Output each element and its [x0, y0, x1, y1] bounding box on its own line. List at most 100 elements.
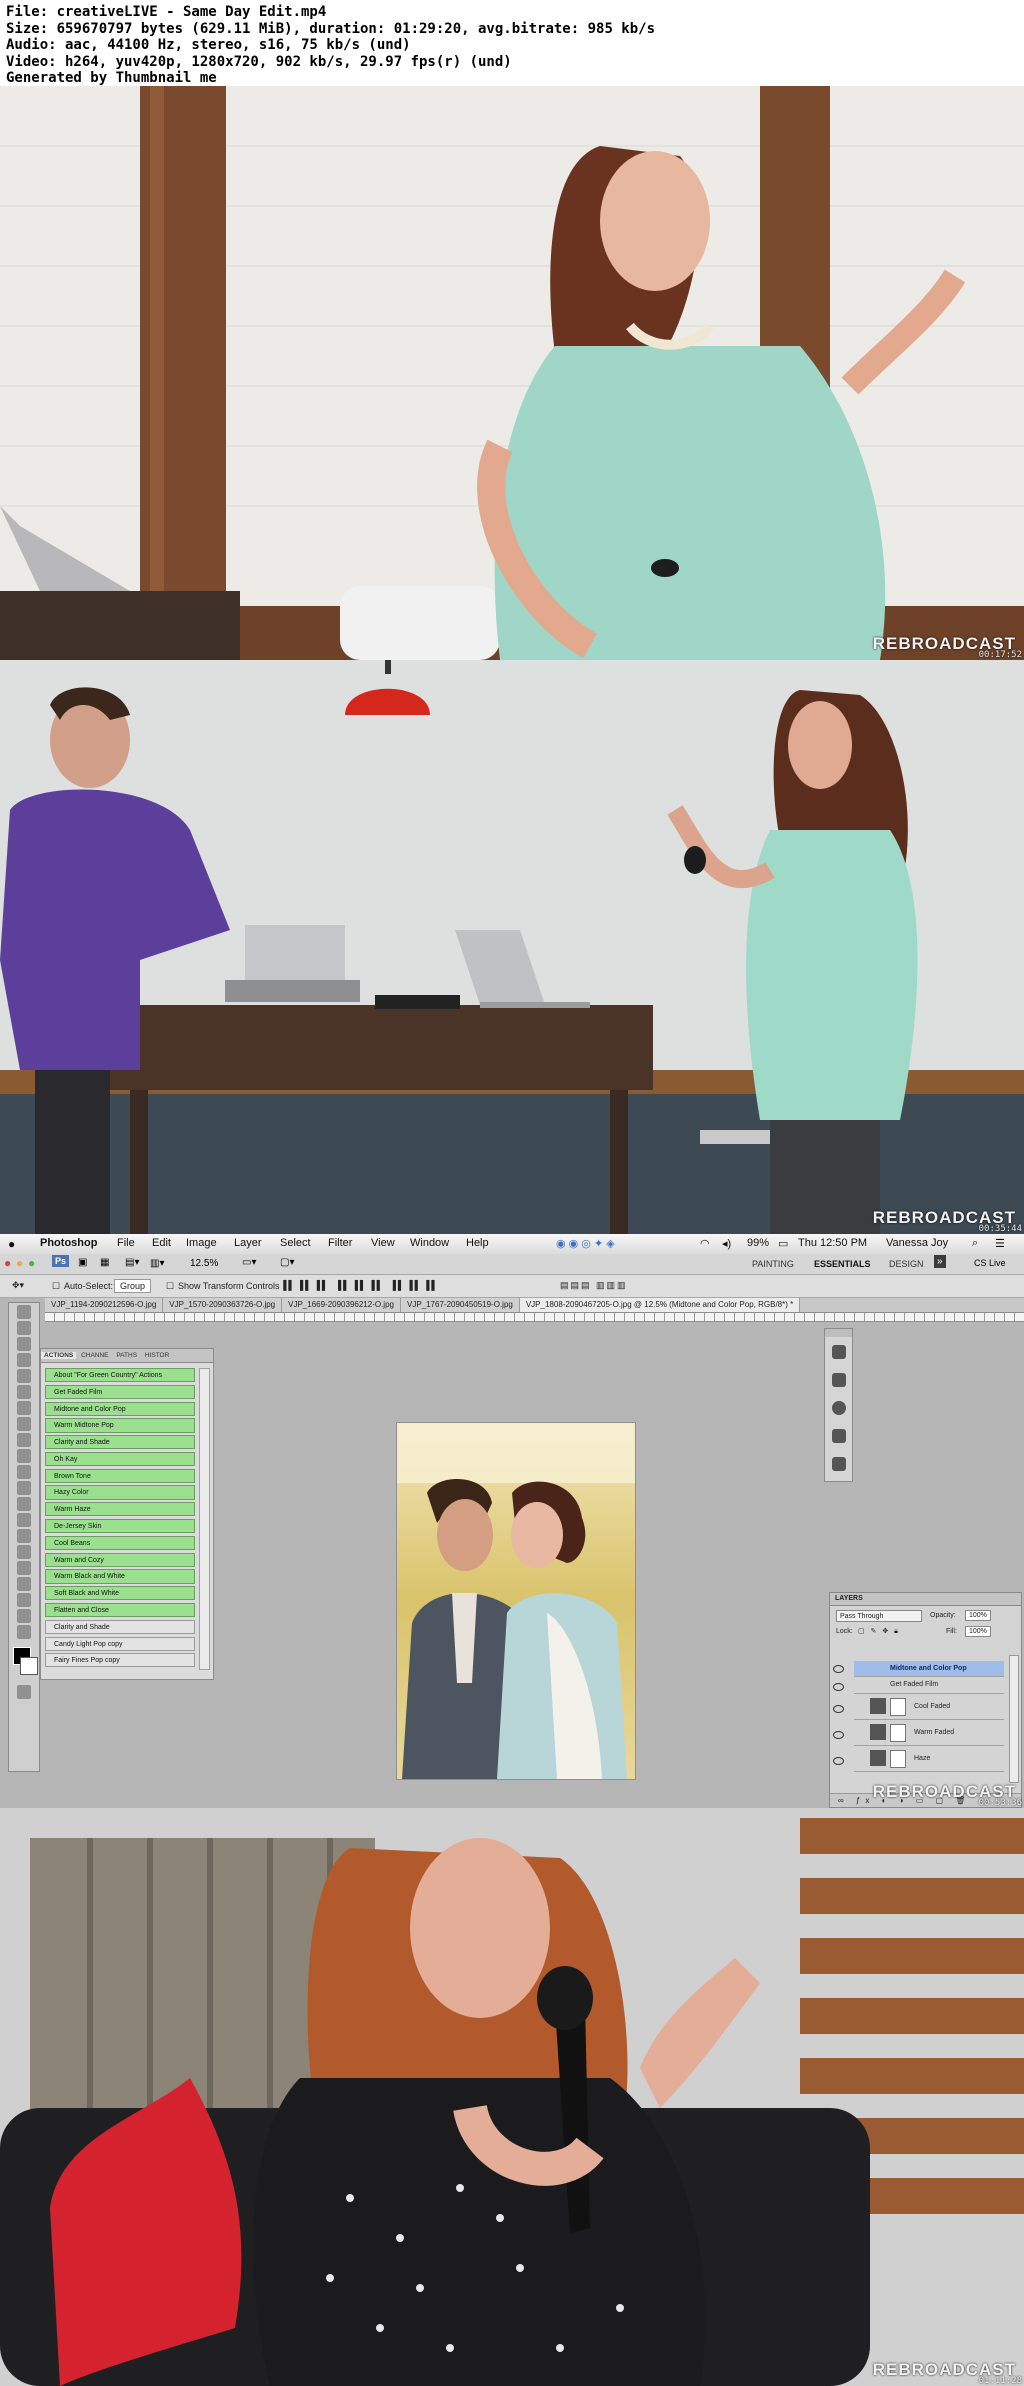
tab-channels[interactable]: CHANNE [78, 1352, 111, 1359]
grid-icon[interactable]: ▥▾ [150, 1258, 164, 1269]
path-select-tool-icon[interactable] [17, 1561, 31, 1575]
action-item[interactable]: De-Jersey Skin [45, 1519, 195, 1534]
background-color-swatch[interactable] [20, 1657, 38, 1675]
action-item[interactable]: Warm Haze [45, 1502, 195, 1517]
extras-icon[interactable]: ▤▾ [125, 1257, 139, 1268]
layers-panel-title[interactable]: LAYERS [830, 1593, 1021, 1606]
action-item[interactable]: Clarity and Shade [45, 1619, 195, 1634]
menubar-user[interactable]: Vanessa Joy [886, 1237, 948, 1249]
actions-scrollbar[interactable] [199, 1368, 210, 1670]
menu-image[interactable]: Image [186, 1237, 217, 1249]
spotlight-icon[interactable]: ⌕ [972, 1237, 978, 1250]
align-buttons[interactable]: ▐▌▐▌▐▌ ▐▌▐▌▐▌ ▐▌▐▌▐▌ [280, 1280, 440, 1290]
histogram-icon[interactable] [831, 1345, 846, 1359]
auto-select-checkbox[interactable]: ☐ [52, 1281, 60, 1292]
status-icons[interactable]: ◉ ◉ ◎ ✦ ◈ [556, 1237, 615, 1250]
battery-status[interactable]: 99% [747, 1237, 769, 1249]
action-item[interactable]: Oh Kay [45, 1451, 195, 1467]
action-item[interactable]: Clarity and Shade [45, 1435, 195, 1450]
show-transform-checkbox[interactable]: ☐ [166, 1281, 174, 1292]
opacity-field[interactable]: 100% [965, 1610, 991, 1621]
action-item[interactable]: Warm Black and White [45, 1569, 195, 1584]
window-minimize-icon[interactable]: ● [16, 1256, 23, 1270]
action-item[interactable]: Warm Midtone Pop [45, 1418, 195, 1433]
layer-row[interactable]: Get Faded Film [854, 1677, 1004, 1694]
action-item[interactable]: About "For Green Country" Actions [45, 1368, 195, 1383]
eraser-tool-icon[interactable] [17, 1465, 31, 1479]
action-item[interactable]: Brown Tone [45, 1468, 195, 1483]
marquee-tool-icon[interactable] [17, 1321, 31, 1335]
menu-filter[interactable]: Filter [328, 1237, 352, 1249]
workspace-essentials[interactable]: ESSENTIALS [814, 1259, 871, 1269]
action-item[interactable]: Midtone and Color Pop [45, 1401, 195, 1416]
healing-brush-tool-icon[interactable] [17, 1401, 31, 1415]
document-tab[interactable]: VJP_1767-2090450519-O.jpg [400, 1298, 520, 1312]
document-tab[interactable]: VJP_1669-2090396212-O.jpg [282, 1298, 401, 1312]
zoom-level[interactable]: 12.5% [190, 1258, 218, 1269]
quick-mask-icon[interactable] [17, 1685, 31, 1699]
fill-field[interactable]: 100% [965, 1626, 991, 1637]
tab-actions[interactable]: ACTIONS [41, 1352, 77, 1359]
menu-file[interactable]: File [117, 1237, 135, 1249]
gradient-tool-icon[interactable] [17, 1481, 31, 1495]
info-icon[interactable] [831, 1401, 846, 1415]
screen-mode-icon[interactable]: ▢▾ [280, 1257, 294, 1268]
visibility-eye-icon[interactable] [833, 1731, 844, 1739]
arrange-icon[interactable]: ▭▾ [242, 1257, 256, 1268]
menu-photoshop[interactable]: Photoshop [40, 1237, 97, 1249]
layer-row[interactable]: Cool Faded [854, 1695, 1004, 1720]
action-item[interactable]: Hazy Color [45, 1485, 195, 1500]
panel-grip[interactable] [825, 1329, 852, 1337]
workspace-design[interactable]: DESIGN [889, 1259, 924, 1269]
move-tool-icon[interactable] [17, 1305, 31, 1319]
adjustments-icon[interactable] [831, 1373, 846, 1387]
action-item[interactable]: Cool Beans [45, 1535, 195, 1550]
menu-edit[interactable]: Edit [152, 1237, 171, 1249]
action-item[interactable]: Flatten and Close [45, 1602, 195, 1618]
action-item[interactable]: Soft Black and White [45, 1586, 195, 1601]
action-item[interactable]: Fairy Fines Pop copy [45, 1653, 195, 1668]
crop-tool-icon[interactable] [17, 1369, 31, 1383]
document-tab-active[interactable]: VJP_1808-2090467205-O.jpg @ 12.5% (Midto… [519, 1298, 801, 1312]
eyedropper-tool-icon[interactable] [17, 1385, 31, 1399]
shape-tool-icon[interactable] [17, 1577, 31, 1591]
auto-select-dropdown[interactable]: Group [114, 1279, 152, 1293]
cs-live-button[interactable]: CS Live [974, 1258, 1006, 1268]
list-icon[interactable]: ☰ [995, 1237, 1005, 1250]
3d-rotate-tool-icon[interactable] [17, 1593, 31, 1607]
layer-row[interactable]: Warm Faded [854, 1721, 1004, 1746]
menu-select[interactable]: Select [280, 1237, 311, 1249]
masks-icon[interactable] [831, 1429, 846, 1443]
mini-bridge-icon[interactable]: ▦ [100, 1257, 109, 1268]
menubar-clock[interactable]: Thu 12:50 PM [798, 1237, 867, 1249]
menu-window[interactable]: Window [410, 1237, 449, 1249]
history-brush-tool-icon[interactable] [17, 1449, 31, 1463]
action-item[interactable]: Warm and Cozy [45, 1552, 195, 1567]
hand-tool-icon[interactable] [17, 1609, 31, 1623]
tab-paths[interactable]: PATHS [113, 1352, 140, 1359]
workspace-more-icon[interactable]: » [934, 1255, 946, 1268]
type-tool-icon[interactable] [17, 1545, 31, 1559]
layers-scrollbar[interactable] [1009, 1655, 1019, 1783]
blend-mode-dropdown[interactable]: Pass Through [836, 1610, 922, 1622]
volume-icon[interactable]: ◂) [722, 1237, 731, 1250]
action-item[interactable]: Candy Light Pop copy [45, 1636, 195, 1651]
document-tab[interactable]: VJP_1194-2090212596-O.jpg [45, 1298, 164, 1312]
wifi-icon[interactable]: ◠ [700, 1237, 710, 1250]
workspace-painting[interactable]: PAINTING [752, 1259, 794, 1269]
quick-select-tool-icon[interactable] [17, 1353, 31, 1367]
document-tab[interactable]: VJP_1570-2090363726-O.jpg [163, 1298, 283, 1312]
move-tool-icon[interactable]: ✥▾ [12, 1280, 24, 1291]
menu-help[interactable]: Help [466, 1237, 489, 1249]
menu-view[interactable]: View [371, 1237, 395, 1249]
clone-stamp-tool-icon[interactable] [17, 1433, 31, 1447]
layer-row-selected[interactable]: Midtone and Color Pop [854, 1661, 1004, 1677]
navigator-icon[interactable] [831, 1457, 846, 1471]
dodge-tool-icon[interactable] [17, 1513, 31, 1527]
brush-tool-icon[interactable] [17, 1417, 31, 1431]
visibility-eye-icon[interactable] [833, 1665, 844, 1673]
visibility-eye-icon[interactable] [833, 1757, 844, 1765]
apple-icon[interactable]: ● [8, 1237, 15, 1251]
blur-tool-icon[interactable] [17, 1497, 31, 1511]
distribute-buttons[interactable]: ▤▤▤ ▥▥▥ [560, 1280, 628, 1291]
